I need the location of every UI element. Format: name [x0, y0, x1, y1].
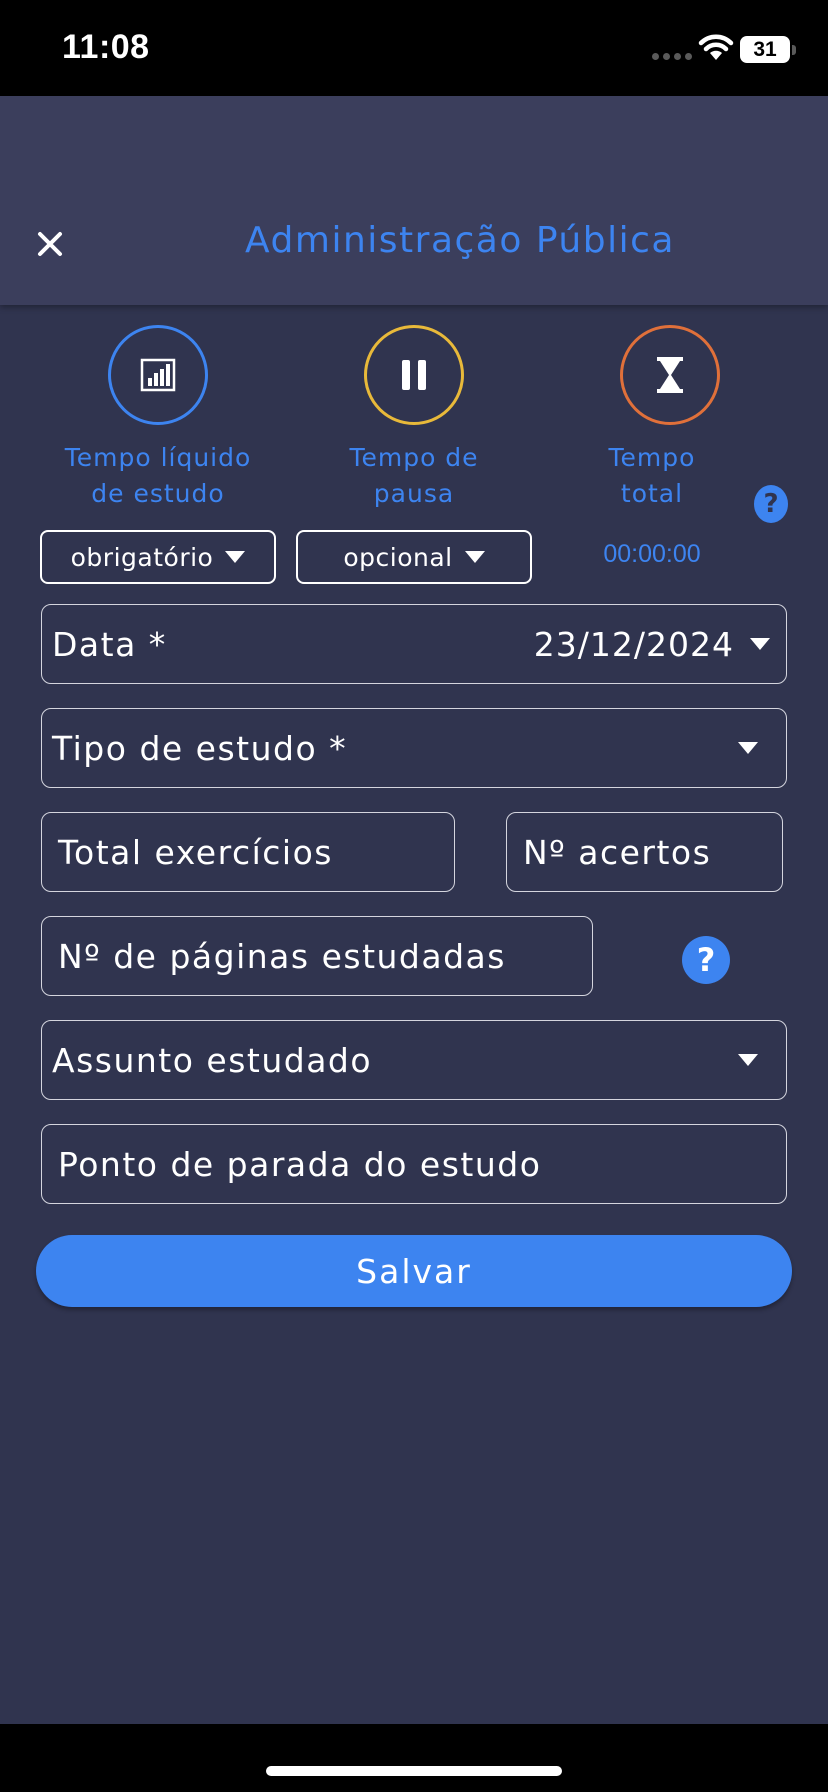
- timer-value: 00:00:00: [603, 540, 701, 568]
- status-bar: 11:08 31: [0, 0, 828, 96]
- total-exercises-input[interactable]: Total exercícios: [41, 812, 455, 892]
- subject-select[interactable]: Assunto estudado: [41, 1020, 787, 1100]
- required-select[interactable]: obrigatório: [40, 530, 276, 584]
- status-time: 11:08: [62, 28, 150, 66]
- wifi-icon: [698, 34, 734, 60]
- chevron-down-icon: [750, 638, 770, 650]
- total-time-button[interactable]: [620, 325, 720, 425]
- net-study-time-button[interactable]: [108, 325, 208, 425]
- battery-icon: 31: [740, 36, 790, 63]
- page-title: Administração Pública: [245, 220, 675, 261]
- correct-answers-placeholder: Nº acertos: [523, 832, 712, 872]
- pause-time-button[interactable]: [364, 325, 464, 425]
- battery-level: 31: [753, 38, 777, 61]
- date-value: 23/12/2024: [533, 624, 734, 664]
- header: Administração Pública: [0, 96, 828, 305]
- required-select-value: obrigatório: [70, 542, 214, 572]
- pages-studied-input[interactable]: Nº de páginas estudadas: [41, 916, 593, 996]
- hourglass-icon: [657, 357, 683, 393]
- stop-point-placeholder: Ponto de parada do estudo: [58, 1144, 542, 1184]
- correct-answers-input[interactable]: Nº acertos: [506, 812, 783, 892]
- pause-icon: [402, 360, 426, 390]
- study-type-label: Tipo de estudo *: [52, 728, 348, 768]
- home-indicator-area: [0, 1724, 828, 1792]
- home-indicator[interactable]: [266, 1766, 562, 1776]
- optional-select-value: opcional: [343, 542, 453, 572]
- save-button[interactable]: Salvar: [36, 1235, 792, 1307]
- app-screen: Administração Pública Tempo líquido de es…: [0, 96, 828, 1724]
- subject-label: Assunto estudado: [52, 1040, 373, 1080]
- date-label: Data *: [52, 624, 167, 664]
- pages-help-button[interactable]: ?: [682, 936, 730, 984]
- timer-help-button[interactable]: ?: [754, 485, 788, 523]
- net-study-time-label: Tempo líquido de estudo: [64, 443, 252, 508]
- optional-select[interactable]: opcional: [296, 530, 532, 584]
- date-field[interactable]: Data * 23/12/2024: [41, 604, 787, 684]
- chevron-down-icon: [738, 742, 758, 754]
- pages-studied-placeholder: Nº de páginas estudadas: [58, 936, 506, 976]
- bar-chart-icon: [140, 358, 176, 392]
- chevron-down-icon: [738, 1054, 758, 1066]
- total-exercises-placeholder: Total exercícios: [58, 832, 333, 872]
- chevron-down-icon: [225, 551, 246, 563]
- study-type-select[interactable]: Tipo de estudo *: [41, 708, 787, 788]
- pause-time-label: Tempo de pausa: [349, 443, 479, 508]
- battery-cap: [792, 45, 796, 55]
- cellular-signal-icon: [652, 53, 692, 60]
- total-time-label: Tempo total: [608, 443, 696, 508]
- stop-point-input[interactable]: Ponto de parada do estudo: [41, 1124, 787, 1204]
- chevron-down-icon: [464, 551, 485, 563]
